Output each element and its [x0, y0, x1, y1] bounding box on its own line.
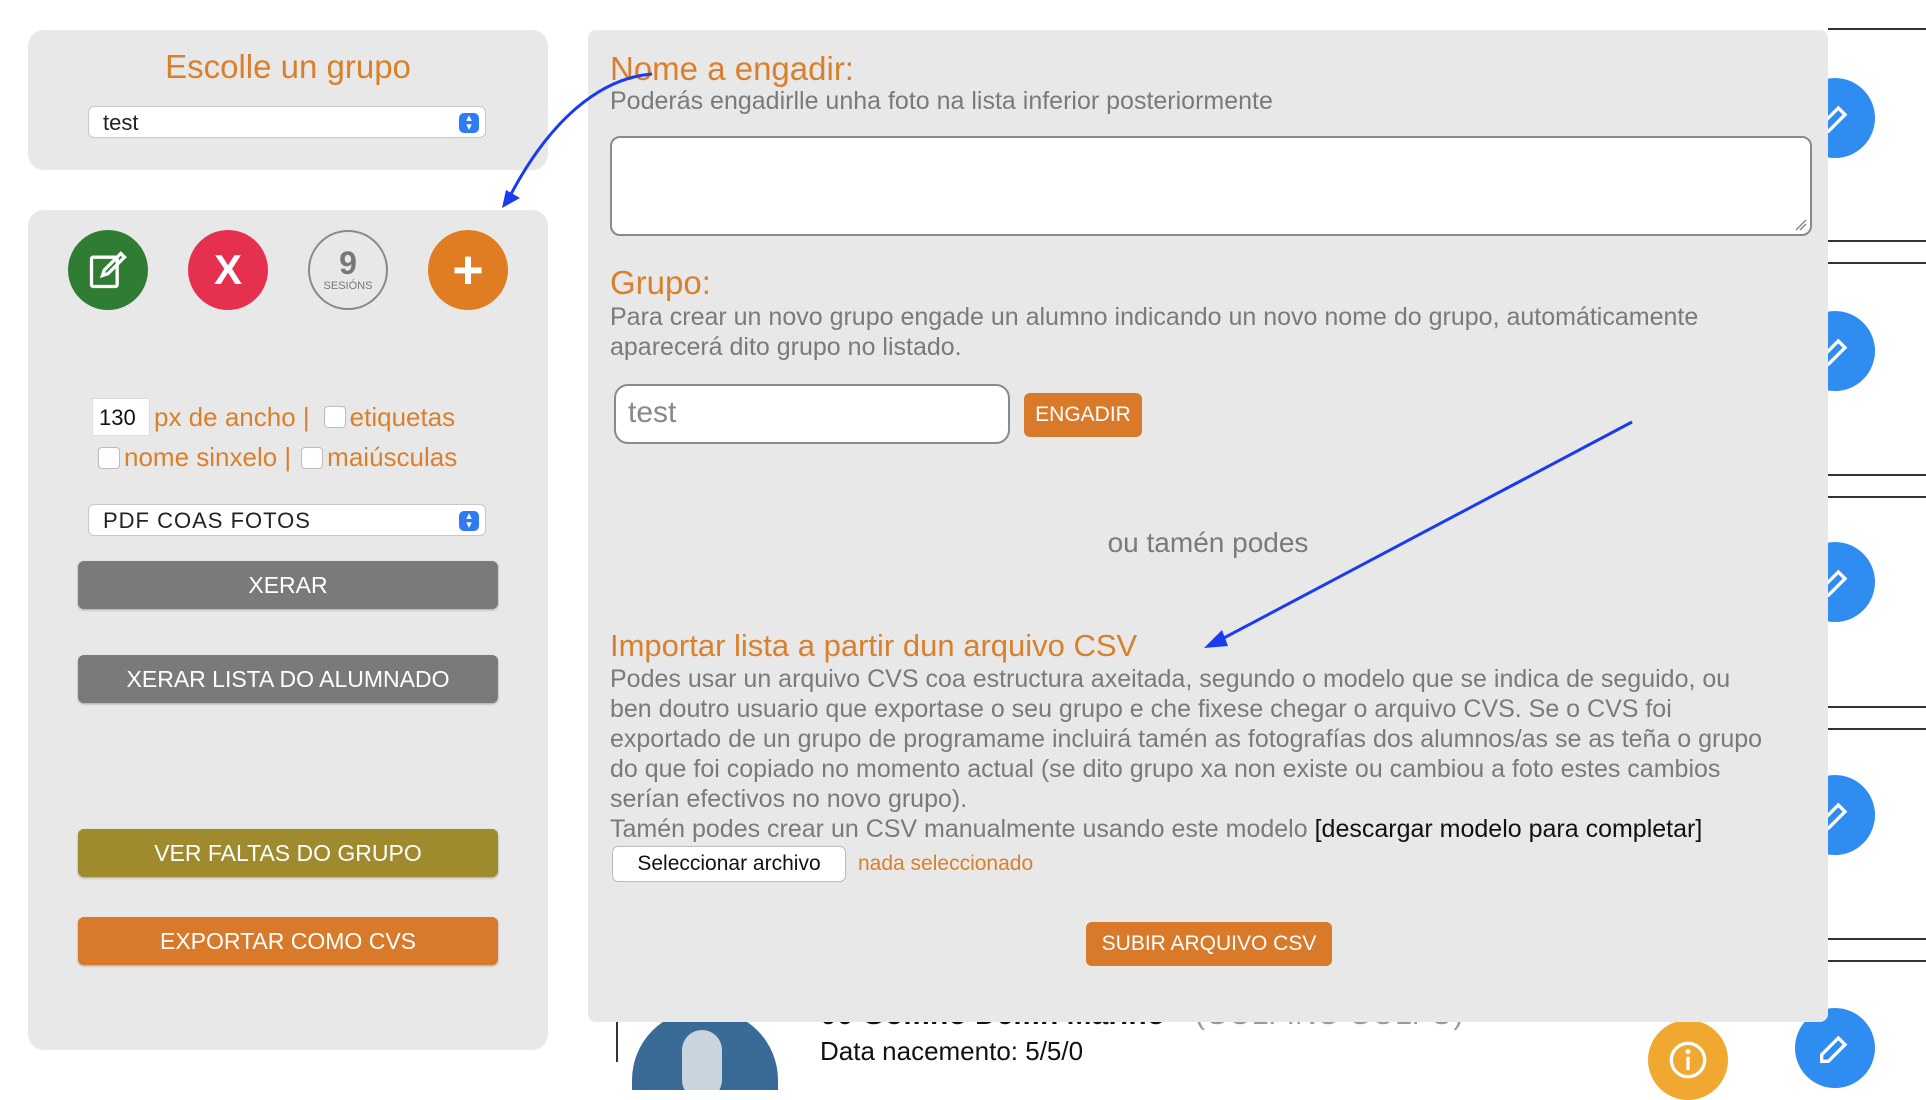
arrow-to-tools-panel: [508, 72, 653, 197]
annotation-arrows: [502, 72, 1633, 648]
arrowhead: [1204, 630, 1228, 648]
arrow-to-import: [1219, 420, 1633, 642]
